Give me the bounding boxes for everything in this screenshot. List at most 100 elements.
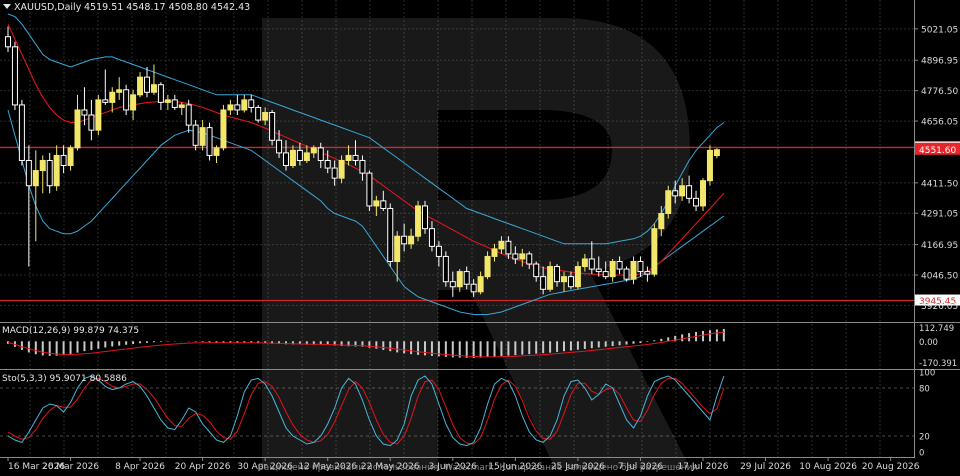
candle-body [262, 111, 269, 121]
stochastic-label: Sto(5,3,3) 95.9071 80.5886 [2, 374, 127, 384]
candle-body [345, 154, 352, 161]
candle-body [387, 207, 394, 262]
candle-body [428, 228, 435, 247]
dropdown-arrow-icon[interactable] [3, 4, 11, 9]
candle-body [352, 154, 359, 161]
candle-body [630, 260, 637, 280]
macd-tick-label: -170.391 [919, 359, 957, 369]
candle-body [463, 271, 470, 285]
candle-body [157, 84, 164, 103]
candle-body [700, 180, 706, 207]
candle-body [185, 104, 192, 126]
candle-body [18, 104, 25, 161]
candle-body [102, 99, 109, 103]
price-tick-label: 4291.05 [921, 210, 958, 220]
candle-body [470, 283, 477, 293]
candle-body [672, 190, 679, 197]
candle-body [602, 271, 609, 278]
price-tick-label: 3926.05 [921, 302, 958, 312]
stochastic-tick-label: 0 [919, 449, 924, 459]
candle-body [581, 258, 588, 268]
candle-body [213, 147, 220, 156]
candle-body [171, 99, 178, 108]
candle-body [338, 159, 345, 179]
candle-body [567, 276, 574, 288]
candle-body [359, 159, 366, 174]
candle-body [366, 172, 373, 207]
price-tick-label: 4776.50 [921, 87, 958, 97]
current-price-label: 4551.60 [919, 146, 956, 156]
candle-body [595, 268, 602, 273]
price-tick-label: 4166.95 [921, 241, 958, 251]
candle-body [276, 139, 283, 154]
price-tick-label: 4656.05 [921, 118, 958, 128]
candle-body [554, 266, 561, 283]
candle-body [248, 99, 255, 108]
price-tick-label: 5021.05 [921, 25, 958, 35]
candle-body [296, 149, 303, 161]
candle-body [269, 111, 276, 141]
candle-body [422, 205, 428, 230]
watermark-text: Защищено правилами использования. Waterm… [258, 463, 698, 473]
candle-body [227, 104, 234, 111]
candle-body [11, 46, 18, 106]
candle-body [616, 260, 623, 270]
candle-body [234, 104, 241, 111]
candle-body [164, 99, 171, 103]
candle-body [706, 149, 713, 182]
stochastic-tick-label: 100 [919, 369, 935, 379]
candle-body [206, 127, 213, 156]
candle-body [60, 154, 67, 167]
candle-body [442, 255, 449, 283]
candle-body [498, 240, 505, 250]
candle-body [401, 235, 408, 245]
candle-body [5, 36, 11, 48]
time-tick-label: 26 Mar 2026 [42, 462, 99, 472]
macd-tick-label: 112.749 [919, 324, 954, 334]
candle-body [456, 271, 463, 288]
stochastic-tick-label: 80 [919, 385, 930, 395]
stochastic-tick-label: 20 [919, 433, 930, 443]
macd-tick-label: 0.00 [919, 338, 938, 348]
candle-body [380, 200, 387, 209]
candle-body [25, 159, 32, 187]
trading-chart[interactable]: 4551.603945.454551.60 5021.054896.954776… [0, 0, 960, 476]
candle-body [95, 99, 102, 131]
candle-body [519, 253, 526, 260]
candle-body [289, 149, 296, 167]
candle-body [53, 154, 60, 187]
candle-body [255, 106, 262, 121]
candle-body [81, 109, 88, 116]
time-tick-label: 10 Aug 2026 [799, 462, 857, 472]
candle-body [123, 89, 130, 111]
candle-body [130, 94, 137, 111]
time-tick-label: 8 Apr 2026 [115, 462, 165, 472]
price-tick-label: 4896.95 [921, 57, 958, 67]
candle-body [67, 147, 74, 167]
candle-body [547, 266, 554, 290]
watermark-logo [262, 18, 690, 468]
candle-body [588, 258, 595, 270]
candle-body [150, 84, 157, 93]
candle-body [658, 213, 665, 230]
candle-body [408, 235, 415, 245]
candle-body [435, 245, 442, 257]
candle-body [137, 76, 144, 96]
candle-body [484, 255, 491, 278]
candle-body [561, 276, 567, 283]
price-axis[interactable]: 5021.05 4896.95 4776.50 4656.05 4411.50 4291.… [914, 25, 958, 459]
candle-body [199, 127, 206, 146]
candle-body [317, 147, 324, 161]
candle-body [241, 99, 248, 111]
candle-body [88, 114, 95, 131]
candle-body [665, 190, 672, 215]
candle-body [693, 197, 700, 207]
candle-body [449, 281, 456, 288]
candle-body [512, 253, 519, 260]
candle-body [74, 109, 81, 149]
candle-body [394, 235, 401, 262]
macd-label: MACD(12,26,9) 99.879 74.375 [2, 326, 139, 336]
candle-body [533, 263, 540, 278]
time-tick-label: 20 Apr 2026 [175, 462, 231, 472]
candle-body [477, 276, 484, 293]
